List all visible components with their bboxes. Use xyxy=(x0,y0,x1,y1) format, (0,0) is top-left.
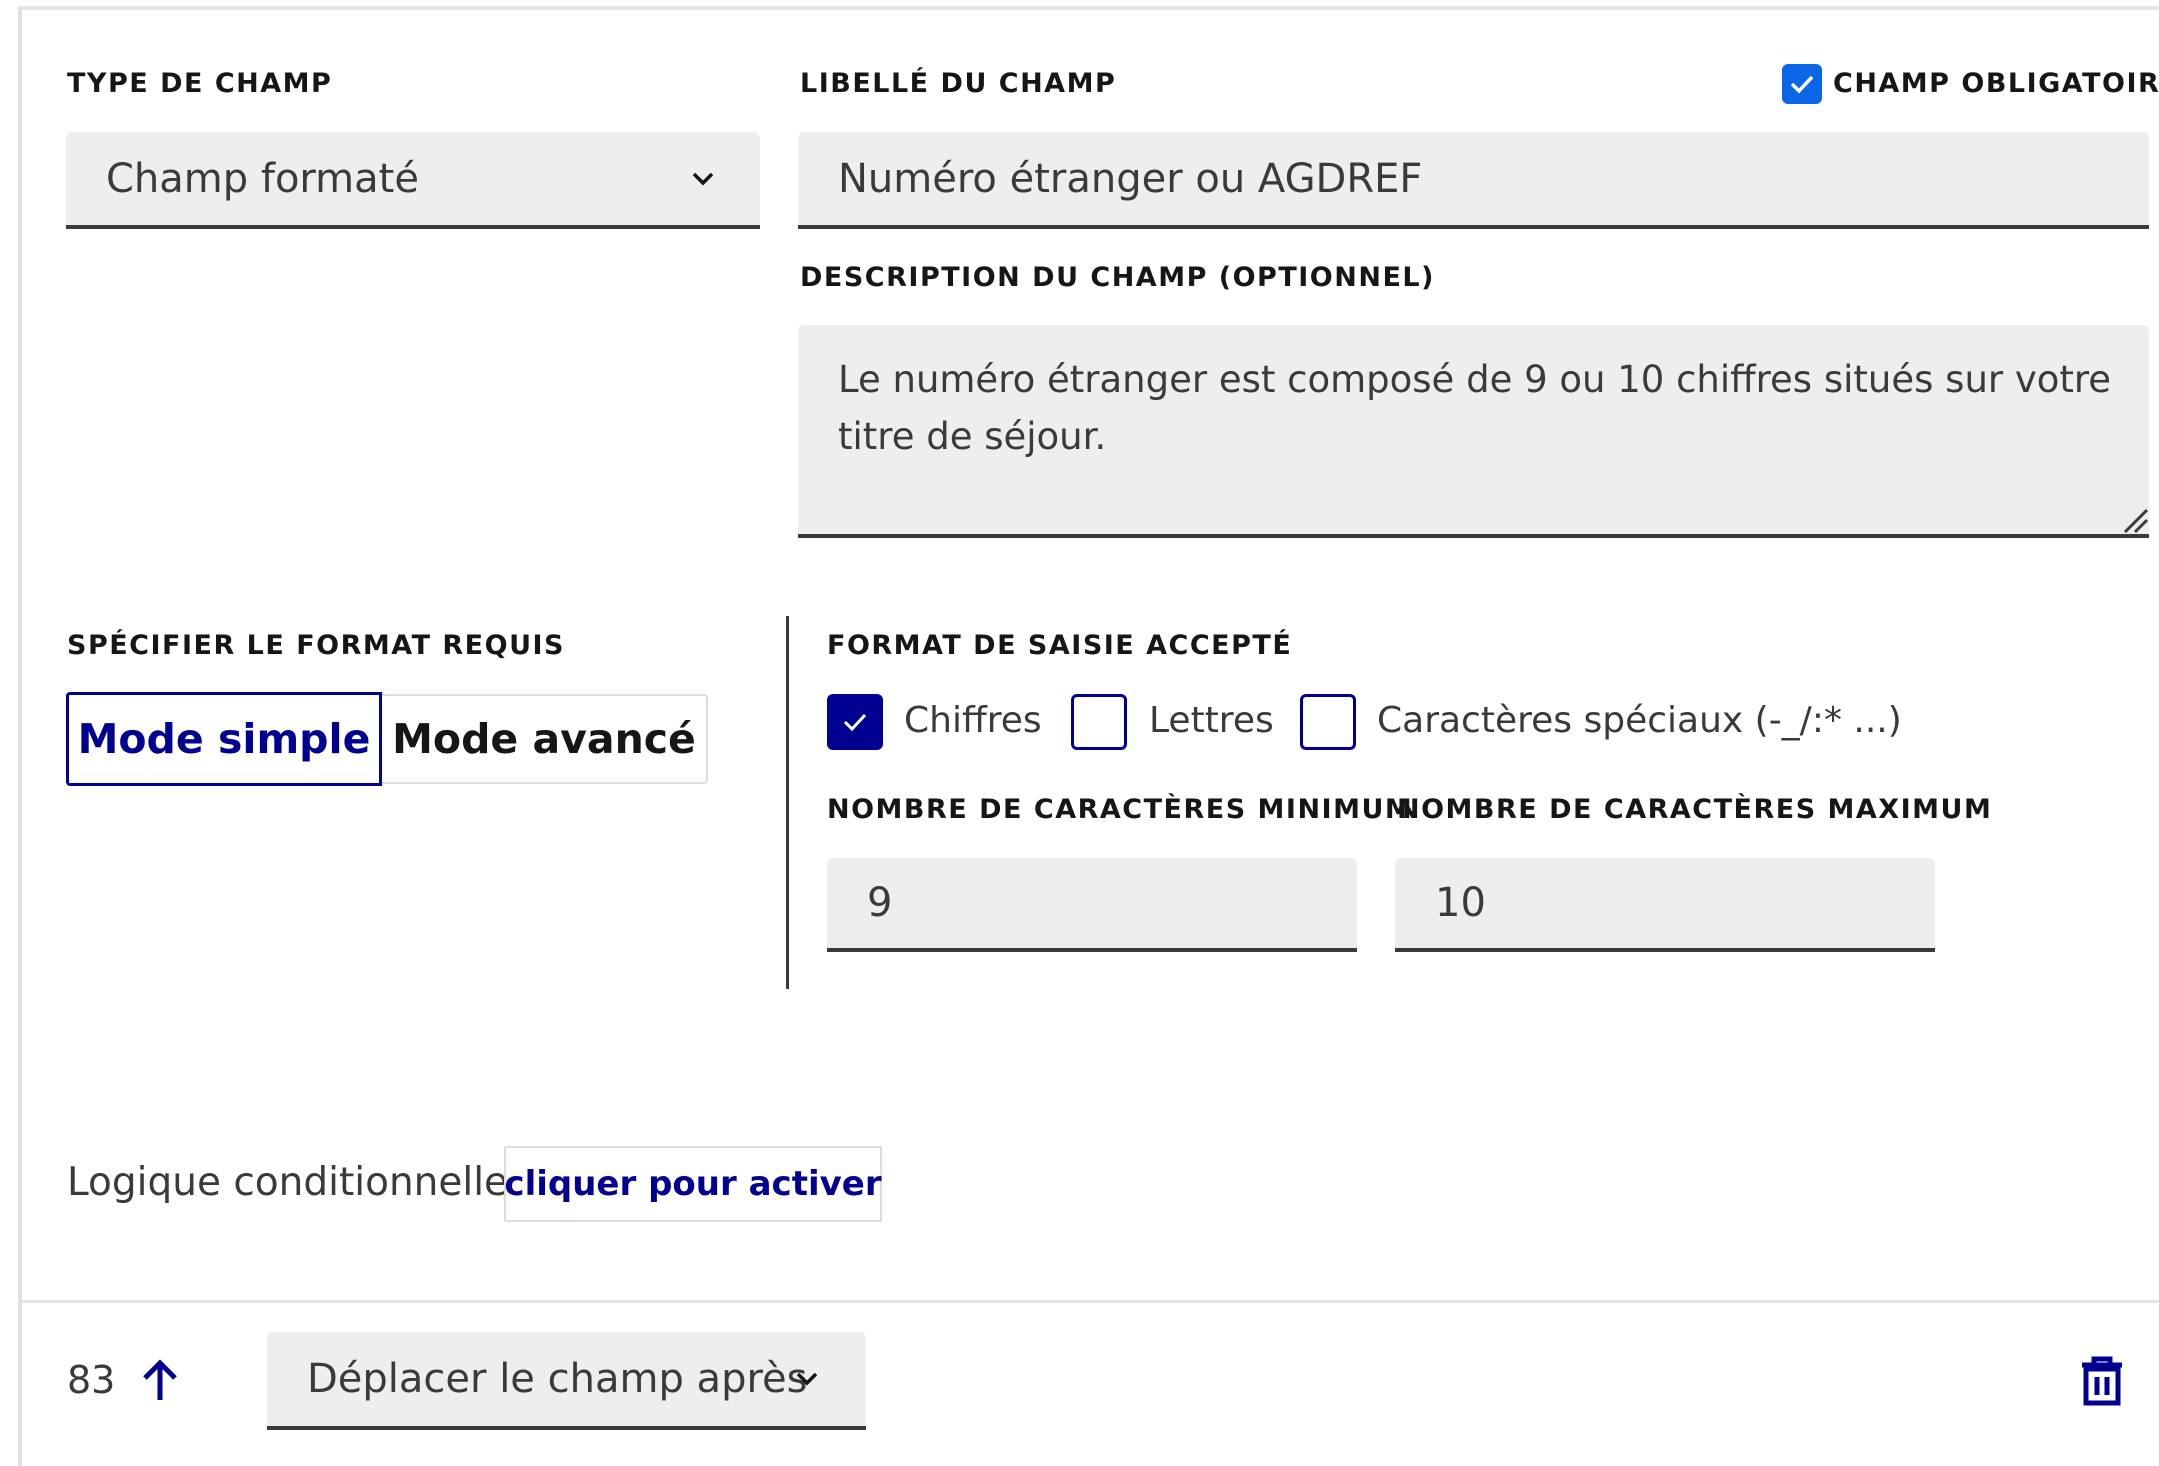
letters-label: Lettres xyxy=(1149,700,1274,741)
trash-icon[interactable] xyxy=(2076,1355,2128,1407)
special-chars-checkbox[interactable] xyxy=(1300,694,1356,750)
max-chars-value: 10 xyxy=(1435,880,1486,926)
mode-advanced-button[interactable]: Mode avancé xyxy=(382,694,708,784)
checkmark-icon xyxy=(1790,75,1814,94)
field-label-label: LIBELLÉ DU CHAMP xyxy=(800,68,1117,99)
field-position-number: 83 xyxy=(67,1358,116,1402)
format-mode-label: SPÉCIFIER LE FORMAT REQUIS xyxy=(67,630,565,661)
activate-conditional-button[interactable]: cliquer pour activer xyxy=(504,1146,882,1222)
chevron-down-icon xyxy=(796,1372,818,1386)
letters-checkbox[interactable] xyxy=(1071,694,1127,750)
max-chars-input[interactable]: 10 xyxy=(1395,858,1935,952)
section-divider xyxy=(786,616,789,989)
digits-label: Chiffres xyxy=(904,700,1042,741)
move-field-value: Déplacer le champ après xyxy=(307,1356,808,1402)
max-chars-label: NOMBRE DE CARACTÈRES MAXIMUM xyxy=(1397,794,1993,825)
conditional-logic-label: Logique conditionnelle xyxy=(67,1160,509,1205)
mode-simple-button[interactable]: Mode simple xyxy=(66,692,382,786)
description-label: DESCRIPTION DU CHAMP (OPTIONNEL) xyxy=(800,262,1435,293)
field-type-select[interactable]: Champ formaté xyxy=(66,132,760,229)
min-chars-input[interactable]: 9 xyxy=(827,858,1357,952)
resize-handle-icon[interactable] xyxy=(2119,504,2149,534)
description-line-1: Le numéro étranger est composé de 9 ou 1… xyxy=(838,358,2112,401)
accepted-format-label: FORMAT DE SAISIE ACCEPTÉ xyxy=(827,630,1293,661)
arrow-up-icon[interactable] xyxy=(140,1358,180,1402)
footer-divider xyxy=(22,1300,2159,1303)
min-chars-value: 9 xyxy=(867,880,893,926)
field-type-label: TYPE DE CHAMP xyxy=(67,68,333,99)
description-textarea[interactable]: Le numéro étranger est composé de 9 ou 1… xyxy=(798,325,2149,538)
required-label: CHAMP OBLIGATOIRE xyxy=(1833,68,2159,99)
required-checkbox[interactable] xyxy=(1782,64,1822,104)
digits-checkbox[interactable] xyxy=(827,694,883,750)
field-label-input[interactable]: Numéro étranger ou AGDREF xyxy=(798,132,2149,229)
field-type-value: Champ formaté xyxy=(106,155,419,202)
min-chars-label: NOMBRE DE CARACTÈRES MINIMUM xyxy=(827,794,1414,825)
chevron-down-icon xyxy=(692,172,714,186)
field-label-value: Numéro étranger ou AGDREF xyxy=(838,155,1423,202)
special-chars-label: Caractères spéciaux (-_/:* ...) xyxy=(1377,700,1902,741)
move-field-select[interactable]: Déplacer le champ après xyxy=(267,1332,866,1430)
description-line-2: titre de séjour. xyxy=(838,415,1107,458)
checkmark-icon xyxy=(843,713,867,732)
